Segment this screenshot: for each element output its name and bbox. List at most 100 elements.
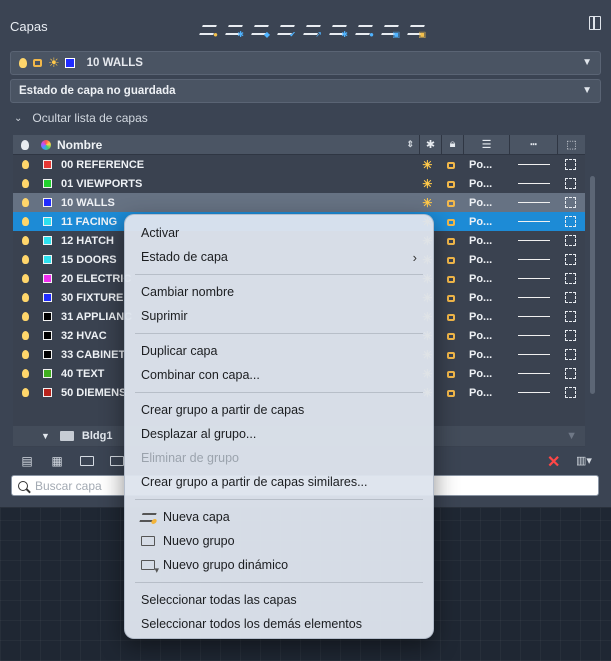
light-bulb-icon[interactable]: [13, 160, 37, 169]
lock-icon[interactable]: [447, 295, 455, 302]
light-bulb-icon[interactable]: [13, 179, 37, 188]
linetype-sample[interactable]: [518, 164, 550, 165]
menu-item-crear-grupo-similares[interactable]: Crear grupo a partir de capas similares.…: [125, 470, 433, 494]
on-off-column-header[interactable]: [13, 139, 37, 150]
freeze-column-header[interactable]: ✱: [420, 134, 442, 155]
lock-icon[interactable]: [447, 371, 455, 378]
isolate-layer-icon[interactable]: ●: [354, 20, 374, 40]
transparency-value[interactable]: Po...: [469, 387, 492, 399]
transparency-value[interactable]: Po...: [469, 235, 492, 247]
layer-color-swatch[interactable]: [43, 236, 52, 245]
lock-icon[interactable]: [447, 314, 455, 321]
menu-item-crear-grupo[interactable]: Crear grupo a partir de capas: [125, 398, 433, 422]
linetype-sample[interactable]: [518, 316, 550, 317]
plot-icon[interactable]: [565, 273, 576, 284]
lock-icon[interactable]: [447, 333, 455, 340]
light-bulb-icon[interactable]: [13, 274, 37, 283]
linetype-sample[interactable]: [518, 392, 550, 393]
plot-icon[interactable]: [565, 159, 576, 170]
columns-settings-icon[interactable]: ▥▾: [576, 454, 592, 467]
linetype-sample[interactable]: [518, 297, 550, 298]
layer-color-swatch[interactable]: [43, 293, 52, 302]
layer-color-swatch[interactable]: [43, 369, 52, 378]
plot-icon[interactable]: [565, 311, 576, 322]
transparency-value[interactable]: Po...: [469, 330, 492, 342]
new-group-folder-icon[interactable]: [78, 454, 96, 468]
new-layer-icon[interactable]: ▤: [18, 454, 36, 468]
layer-properties-icon[interactable]: ◆: [250, 20, 270, 40]
lock-icon[interactable]: [447, 390, 455, 397]
lock-icon[interactable]: [447, 257, 455, 264]
transparency-value[interactable]: Po...: [469, 349, 492, 361]
lock-layer-icon[interactable]: ▣: [380, 20, 400, 40]
menu-item-combinar-con-capa[interactable]: Combinar con capa...: [125, 363, 433, 387]
menu-item-cambiar-nombre[interactable]: Cambiar nombre: [125, 280, 433, 304]
new-layer-icon[interactable]: ●: [198, 20, 218, 40]
light-bulb-icon[interactable]: [13, 198, 37, 207]
unlock-layer-icon[interactable]: ▣: [406, 20, 426, 40]
linetype-sample[interactable]: [518, 240, 550, 241]
current-layer-dropdown[interactable]: ☀ 10 WALLS ▼: [10, 51, 601, 75]
lock-icon[interactable]: [447, 276, 455, 283]
layer-color-swatch[interactable]: [43, 160, 52, 169]
close-icon[interactable]: ✕: [547, 452, 560, 472]
linetype-sample[interactable]: [518, 278, 550, 279]
linetype-column-header[interactable]: ┅: [510, 134, 558, 155]
linetype-sample[interactable]: [518, 259, 550, 260]
plot-icon[interactable]: [565, 330, 576, 341]
layer-color-swatch[interactable]: [43, 388, 52, 397]
light-bulb-icon[interactable]: [13, 350, 37, 359]
lock-column-header[interactable]: 🔒︎: [442, 134, 464, 155]
light-bulb-icon[interactable]: [13, 293, 37, 302]
lock-icon[interactable]: [447, 219, 455, 226]
menu-item-activar[interactable]: Activar: [125, 221, 433, 245]
linetype-sample[interactable]: [518, 202, 550, 203]
plot-icon[interactable]: [565, 254, 576, 265]
new-layer-vp-frozen-icon[interactable]: ✱: [224, 20, 244, 40]
plot-icon[interactable]: [565, 178, 576, 189]
chevron-down-icon[interactable]: ▼: [41, 431, 50, 441]
new-layer-group-icon[interactable]: ▦: [48, 454, 66, 468]
light-bulb-icon[interactable]: [13, 312, 37, 321]
transparency-value[interactable]: Po...: [469, 292, 492, 304]
transparency-value[interactable]: Po...: [469, 311, 492, 323]
menu-item-nueva-capa[interactable]: Nueva capa: [125, 505, 433, 529]
transparency-value[interactable]: Po...: [469, 216, 492, 228]
light-bulb-icon[interactable]: [13, 217, 37, 226]
layer-list-scrollbar[interactable]: [590, 176, 595, 394]
layer-color-swatch[interactable]: [43, 274, 52, 283]
layer-row[interactable]: 00 REFERENCE ☀ Po...: [13, 155, 585, 174]
transparency-value[interactable]: Po...: [469, 368, 492, 380]
lock-icon[interactable]: [447, 238, 455, 245]
match-layer-icon[interactable]: ↗: [302, 20, 322, 40]
linetype-sample[interactable]: [518, 373, 550, 374]
layer-state-dropdown[interactable]: Estado de capa no guardada ▼: [10, 79, 601, 103]
menu-item-seleccionar-todas[interactable]: Seleccionar todas las capas: [125, 588, 433, 612]
freeze-layer-icon[interactable]: ✱: [328, 20, 348, 40]
layer-color-swatch[interactable]: [43, 331, 52, 340]
lineweight-column-header[interactable]: ☰: [464, 134, 510, 155]
plot-icon[interactable]: [565, 292, 576, 303]
sun-icon[interactable]: ☀: [422, 158, 433, 172]
lock-icon[interactable]: [447, 352, 455, 359]
set-current-layer-icon[interactable]: ✔: [276, 20, 296, 40]
light-bulb-icon[interactable]: [13, 255, 37, 264]
lock-icon[interactable]: [447, 162, 455, 169]
layer-row[interactable]: 10 WALLS ☀ Po...: [13, 193, 585, 212]
menu-item-nuevo-grupo-dinamico[interactable]: Nuevo grupo dinámico: [125, 553, 433, 577]
layer-color-swatch[interactable]: [43, 350, 52, 359]
plot-icon[interactable]: [565, 387, 576, 398]
plot-icon[interactable]: [565, 197, 576, 208]
menu-item-suprimir[interactable]: Suprimir: [125, 304, 433, 328]
light-bulb-icon[interactable]: [13, 388, 37, 397]
transparency-value[interactable]: Po...: [469, 159, 492, 171]
menu-item-nuevo-grupo[interactable]: Nuevo grupo: [125, 529, 433, 553]
dock-panel-icon[interactable]: [589, 16, 601, 30]
menu-item-desplazar-al-grupo[interactable]: Desplazar al grupo...: [125, 422, 433, 446]
layer-row[interactable]: 01 VIEWPORTS ☀ Po...: [13, 174, 585, 193]
layer-color-swatch[interactable]: [43, 255, 52, 264]
layer-color-swatch[interactable]: [43, 179, 52, 188]
light-bulb-icon[interactable]: [13, 369, 37, 378]
layer-color-swatch[interactable]: [43, 312, 52, 321]
linetype-sample[interactable]: [518, 354, 550, 355]
